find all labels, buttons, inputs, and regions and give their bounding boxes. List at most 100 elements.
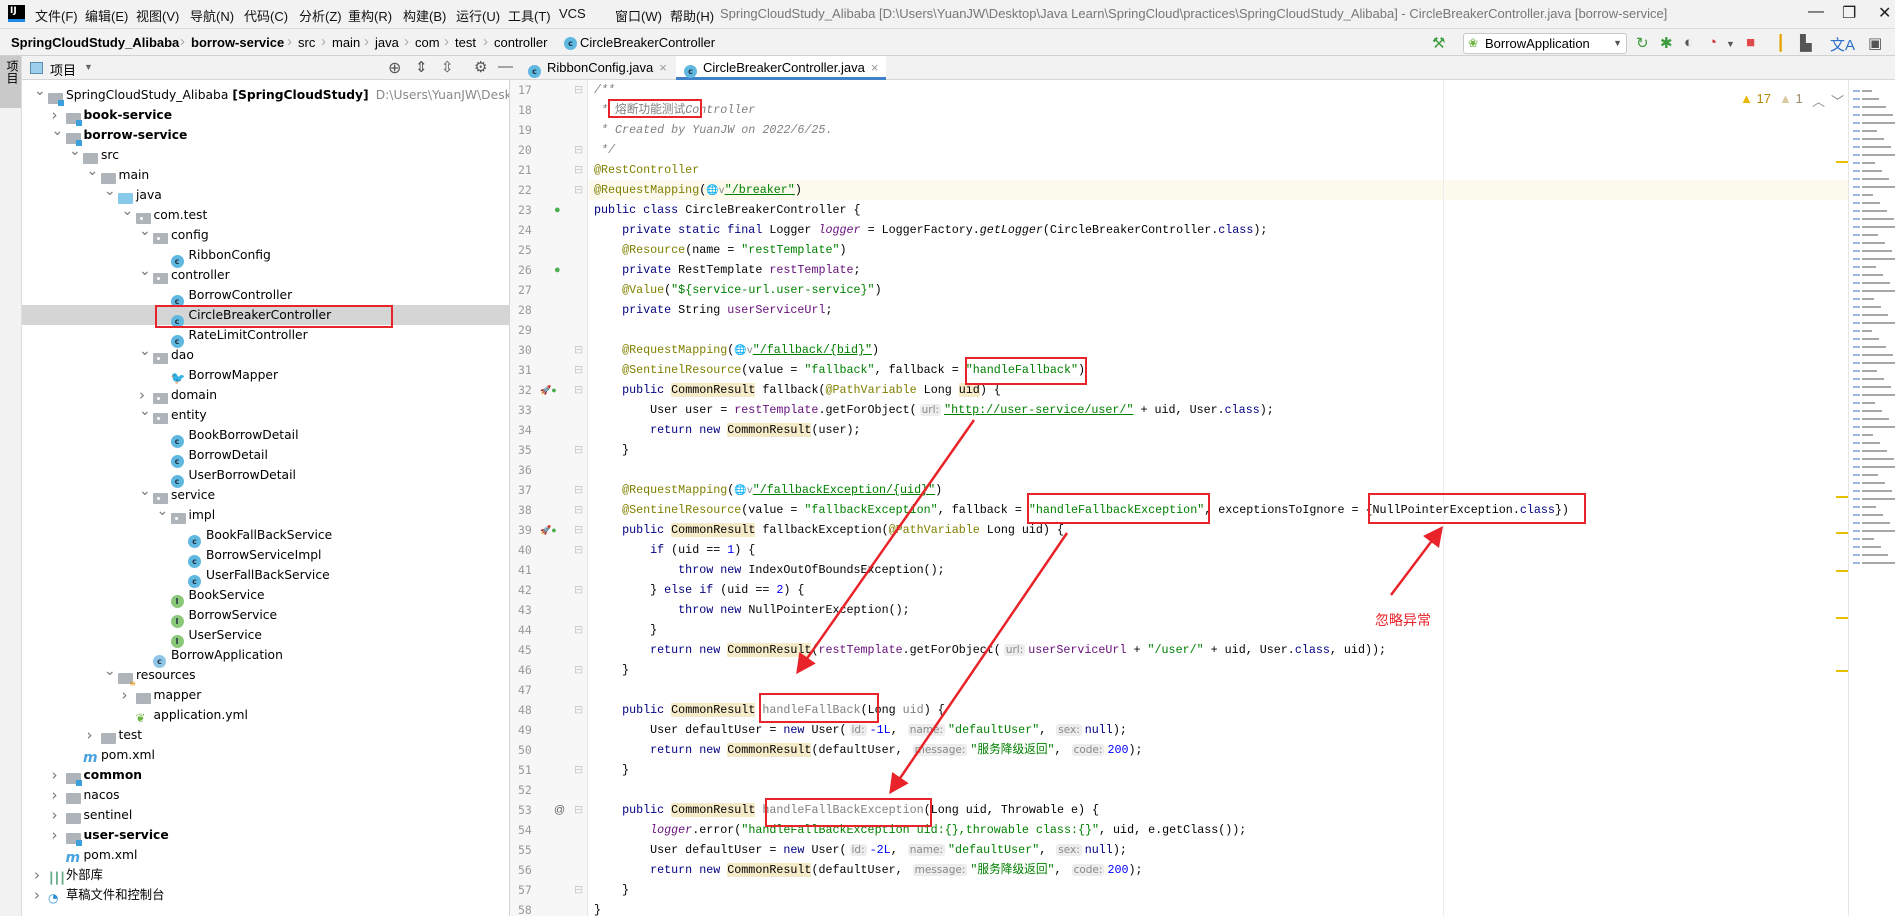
tree-item[interactable]: ⌄ main [22,163,509,185]
fold-marker-icon[interactable]: ⊟ [574,700,583,720]
tree-item[interactable]: ⌄ entity [22,403,509,425]
fold-marker-icon[interactable]: ⊟ [574,380,583,400]
tree-item[interactable]: › ◔ 草稿文件和控制台 [22,885,509,905]
tree-item[interactable]: ⌄ service [22,483,509,505]
menu-item[interactable]: 运行(U) [456,6,500,25]
bean-icon[interactable]: ● [554,200,561,220]
breadcrumb-item[interactable]: main [332,35,360,50]
next-highlight-icon[interactable]: ﹀ [1831,91,1844,110]
menu-item[interactable]: 重构(R) [348,6,392,25]
code-editor[interactable]: /** * 熔断功能测试Controller * Created by Yuan… [589,80,1848,916]
tree-item[interactable]: c UserBorrowDetail [22,465,509,488]
override-icon[interactable]: @ [554,800,565,820]
chevron-down-icon[interactable]: ⌄ [52,121,64,141]
menu-item[interactable]: 分析(Z) [299,6,342,25]
fold-marker-icon[interactable]: ⊟ [574,660,583,680]
chevron-down-icon[interactable]: ⌄ [34,81,46,101]
locate-file-icon[interactable]: ⊕ [388,58,401,78]
close-tab-icon[interactable]: × [659,60,667,75]
tree-item[interactable]: c BorrowDetail [22,445,509,468]
rerun-icon[interactable]: ↻ [1636,34,1649,52]
chevron-down-icon[interactable]: ⌄ [87,161,99,181]
tree-item[interactable]: › domain [22,385,509,405]
tree-item[interactable]: c BookBorrowDetail [22,425,509,448]
chevron-down-icon[interactable]: ▼ [1726,39,1735,49]
fold-marker-icon[interactable]: ⊟ [574,540,583,560]
chevron-down-icon[interactable]: ⌄ [122,201,134,221]
endpoint-icon[interactable]: 🚀● [540,380,557,400]
tree-item[interactable]: ⌄ borrow-service [22,123,509,146]
tree-item[interactable]: I BorrowService [22,605,509,628]
tree-item[interactable]: ❦ application.yml [22,705,509,725]
chevron-down-icon[interactable]: ⌄ [139,401,151,421]
warnings-indicator[interactable]: ▲ 17 [1740,91,1771,106]
tree-item[interactable]: c UserFallBackService [22,565,509,588]
breadcrumb-item[interactable]: controller [494,35,547,50]
run-configuration-select[interactable]: ❀ BorrowApplication ▼ [1463,33,1627,54]
tree-item[interactable]: › mapper [22,685,509,705]
tree-item[interactable]: › test [22,725,509,745]
chevron-right-icon[interactable]: › [34,885,46,905]
tree-item[interactable]: 🐦 BorrowMapper [22,365,509,385]
tab-ribbonconfig-java[interactable]: c RibbonConfig.java × [520,56,675,80]
fold-marker-icon[interactable]: ⊟ [574,800,583,820]
tree-item[interactable]: c RateLimitController [22,325,509,348]
menu-item[interactable]: 帮助(H) [670,6,714,25]
fold-marker-icon[interactable]: ⊟ [574,520,583,540]
fold-marker-icon[interactable]: ⊟ [574,500,583,520]
breadcrumb-item[interactable]: test [455,35,476,50]
tree-item[interactable]: ⌄ java [22,183,509,205]
tree-item[interactable]: c BookFallBackService [22,525,509,548]
restore-button[interactable]: ❐ [1842,3,1856,23]
warning-marker[interactable] [1836,570,1848,572]
chevron-right-icon[interactable]: › [52,785,64,805]
web-endpoint-icon[interactable]: 🌐v [706,186,724,197]
chevron-down-icon[interactable]: ⌄ [139,341,151,361]
fold-marker-icon[interactable]: ⊟ [574,760,583,780]
web-endpoint-icon[interactable]: 🌐v [734,486,752,497]
close-tab-icon[interactable]: × [871,60,879,75]
warning-marker[interactable] [1836,532,1848,534]
project-panel-title[interactable]: 项目 [50,60,76,79]
warning-marker[interactable] [1836,161,1848,163]
chevron-right-icon[interactable]: › [52,805,64,825]
breadcrumb-item[interactable]: SpringCloudStudy_Alibaba [11,35,179,50]
menu-item[interactable]: 构建(B) [403,6,446,25]
web-endpoint-icon[interactable]: 🌐v [734,346,752,357]
fold-marker-icon[interactable]: ⊟ [574,480,583,500]
chevron-right-icon[interactable]: › [34,865,46,885]
expand-all-icon[interactable]: ⇕ [415,58,428,76]
menu-item[interactable]: 导航(N) [190,6,234,25]
tree-item[interactable]: c BorrowServiceImpl [22,545,509,568]
breadcrumb-item[interactable]: CircleBreakerController [580,35,715,50]
fold-marker-icon[interactable]: ⊟ [574,140,583,160]
chevron-right-icon[interactable]: › [87,725,99,745]
code-minimap[interactable] [1848,80,1895,916]
tree-item[interactable]: › ┃┃┃ 外部库 [22,865,509,885]
fold-marker-icon[interactable]: ⊟ [574,180,583,200]
fold-marker-icon[interactable]: ⊟ [574,440,583,460]
debug-icon[interactable]: ✱ [1660,34,1673,52]
profile-icon[interactable]: ◔ [1708,34,1717,51]
chevron-down-icon[interactable]: ⌄ [139,221,151,241]
run-window-icon[interactable]: ▣ [1868,34,1882,52]
tree-item[interactable]: › nacos [22,785,509,805]
tree-item[interactable]: I BookService [22,585,509,608]
menu-item[interactable]: 代码(C) [244,6,288,25]
previous-highlight-icon[interactable]: ︿ [1812,91,1825,110]
tab-circlebreakercontroller-java[interactable]: c CircleBreakerController.java × [676,56,887,80]
fold-marker-icon[interactable]: ⊟ [574,80,583,100]
tree-item[interactable]: m pom.xml [22,845,509,865]
git-icon[interactable]: ┃ [1776,34,1785,52]
fold-marker-icon[interactable]: ⊟ [574,360,583,380]
tree-item[interactable]: ⌄ com.test [22,203,509,225]
weak-warnings-indicator[interactable]: ▲ 1 [1779,91,1803,106]
tree-item[interactable]: › book-service [22,105,509,126]
chevron-down-icon[interactable]: ▼ [84,62,93,72]
breadcrumb-item[interactable]: borrow-service [191,35,284,50]
endpoint-icon[interactable]: 🚀● [540,520,557,540]
chevron-down-icon[interactable]: ⌄ [139,261,151,281]
warning-marker[interactable] [1836,617,1848,619]
tree-item[interactable]: ⌄ impl [22,503,509,525]
warning-marker[interactable] [1836,496,1848,498]
